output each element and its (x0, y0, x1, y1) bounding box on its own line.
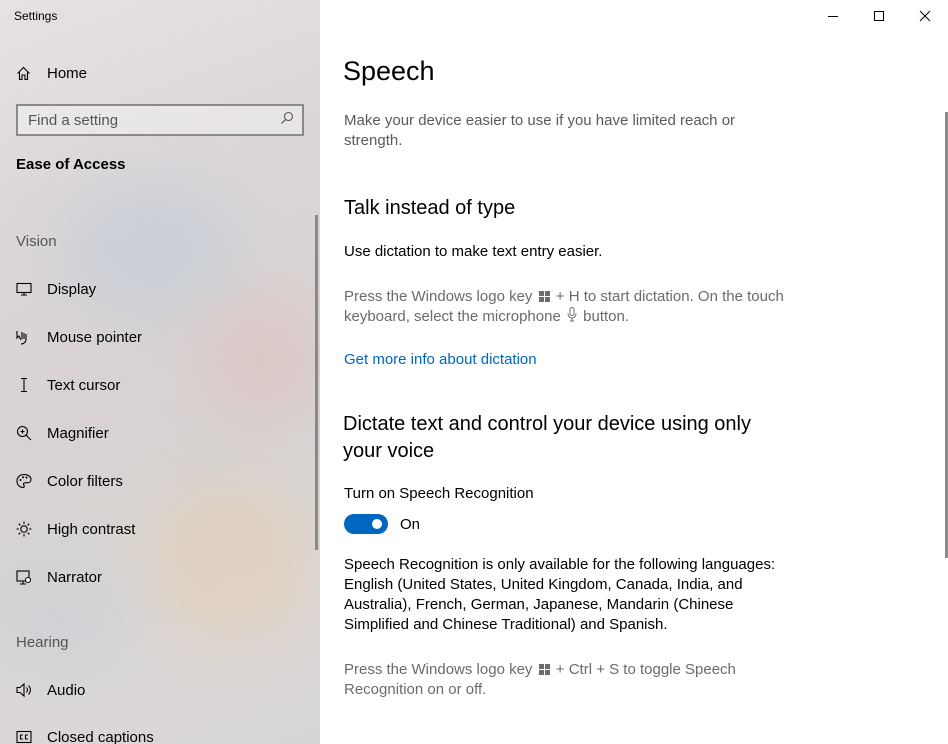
color-filters-icon (16, 473, 32, 489)
group-label-hearing: Hearing (16, 634, 69, 651)
microphone-icon (567, 307, 577, 322)
sidebar-item-label: Narrator (47, 568, 103, 586)
main-content: Speech Make your device easier to use if… (320, 0, 948, 744)
speech-recognition-label: Turn on Speech Recognition (344, 485, 534, 502)
languages-info: Speech Recognition is only available for… (344, 556, 776, 633)
audio-icon (16, 682, 32, 698)
search-input[interactable] (28, 111, 280, 129)
speech-recognition-hint: Press the Windows logo key + Ctrl + S to… (344, 660, 764, 700)
sidebar-item-label: High contrast (47, 520, 136, 538)
windows-logo-icon (538, 291, 550, 302)
dictation-hint-text: Press the Windows logo key (344, 288, 533, 305)
group-label-vision: Vision (16, 233, 57, 250)
sidebar-item-label: Display (47, 280, 97, 298)
display-icon (16, 281, 32, 297)
sidebar-item-high-contrast[interactable]: High contrast (16, 516, 135, 542)
speech-recognition-toggle-row[interactable]: On (344, 514, 420, 534)
sidebar-item-mouse-pointer[interactable]: Mouse pointer (16, 324, 142, 350)
magnifier-icon (16, 425, 32, 441)
sidebar-item-text-cursor[interactable]: Text cursor (16, 372, 120, 398)
section-heading-dictate: Dictate text and control your device usi… (343, 413, 751, 462)
windows-logo-icon (538, 664, 550, 675)
sidebar-item-label: Audio (47, 681, 86, 699)
section-title: Ease of Access (16, 156, 126, 173)
speech-recognition-hint-text: Press the Windows logo key (344, 661, 533, 678)
sidebar-item-color-filters[interactable]: Color filters (16, 468, 123, 494)
sidebar-item-label: Magnifier (47, 424, 109, 442)
background-blur (150, 480, 310, 640)
home-icon (16, 65, 32, 81)
dictation-hint-text: button. (583, 308, 630, 325)
background-blur (200, 300, 320, 420)
section-heading-talk: Talk instead of type (344, 197, 516, 219)
nav-home[interactable]: Home (16, 60, 87, 86)
text-cursor-icon (16, 377, 32, 393)
sidebar-item-closed-captions[interactable]: Closed captions (16, 724, 154, 744)
sidebar: Settings Home Ease of Access Vision Disp… (0, 0, 320, 744)
mouse-pointer-icon (16, 329, 32, 345)
sidebar-item-label: Text cursor (47, 376, 121, 394)
sidebar-scrollbar[interactable] (315, 215, 318, 550)
sidebar-item-label: Mouse pointer (47, 328, 143, 346)
closed-captions-icon (16, 729, 32, 744)
sidebar-item-magnifier[interactable]: Magnifier (16, 420, 109, 446)
sidebar-item-display[interactable]: Display (16, 276, 96, 302)
app-title: Settings (14, 9, 58, 23)
nav-home-label: Home (47, 64, 88, 82)
dictation-info-link[interactable]: Get more info about dictation (344, 351, 537, 368)
sidebar-item-audio[interactable]: Audio (16, 677, 85, 703)
page-description: Make your device easier to use if you ha… (344, 112, 736, 149)
dictation-hint: Press the Windows logo key + H to start … (344, 287, 794, 327)
sidebar-item-narrator[interactable]: Narrator (16, 564, 102, 590)
narrator-icon (16, 569, 32, 585)
toggle-state-label: On (400, 515, 421, 533)
search-box[interactable] (16, 104, 304, 136)
search-icon[interactable] (280, 111, 294, 130)
sidebar-item-label: Color filters (47, 472, 123, 490)
high-contrast-icon (16, 521, 32, 537)
speech-recognition-toggle[interactable] (344, 514, 388, 534)
section-subtitle-talk: Use dictation to make text entry easier. (344, 243, 603, 260)
toggle-knob (372, 519, 382, 529)
sidebar-item-label: Closed captions (47, 728, 154, 744)
page-title: Speech (343, 56, 435, 86)
